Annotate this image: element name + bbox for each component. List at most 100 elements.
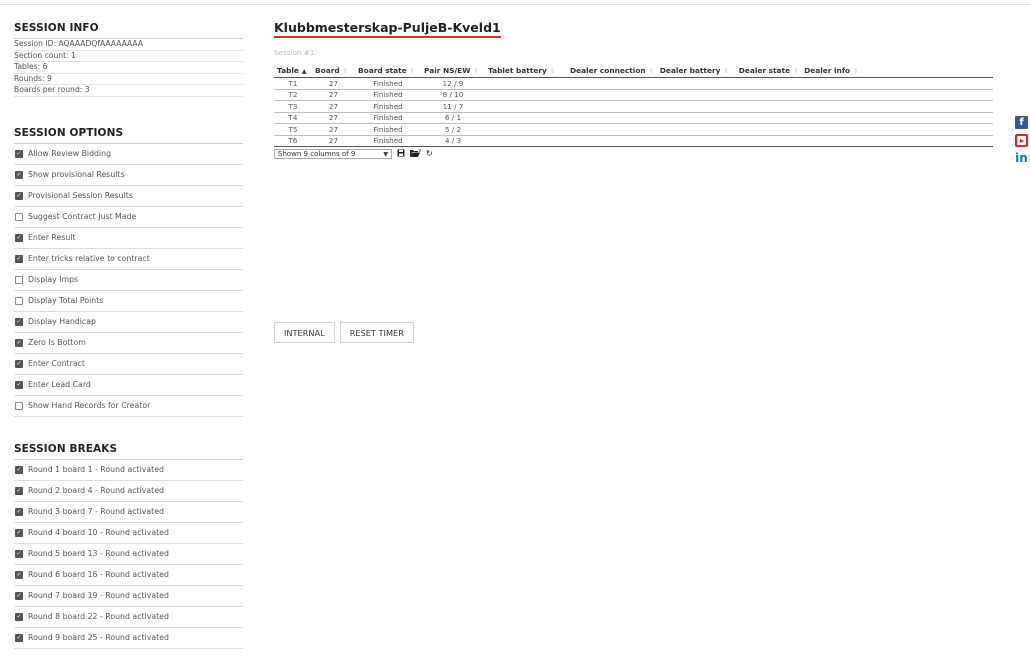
session-break-item[interactable]: Round 7 board 19 - Round activated — [14, 586, 243, 607]
table-cell: T5 — [274, 123, 312, 136]
column-header[interactable]: Board ⇕ — [312, 63, 355, 78]
checkbox-checked[interactable] — [15, 254, 23, 263]
checkbox-checked[interactable] — [15, 528, 23, 537]
session-break-item[interactable]: Round 6 board 16 - Round activated — [14, 565, 243, 586]
session-break-item[interactable]: Round 4 board 10 - Round activated — [14, 523, 243, 544]
table-cell — [485, 77, 567, 90]
internal-button[interactable]: INTERNAL — [274, 322, 335, 343]
column-header[interactable]: Dealer battery ⇕ — [656, 63, 736, 78]
table-cell — [485, 123, 567, 136]
checkbox-checked[interactable] — [15, 570, 23, 579]
checkbox-checked[interactable] — [15, 380, 23, 389]
checkbox-checked[interactable] — [15, 591, 23, 600]
session-break-item[interactable]: Round 9 board 25 - Round activated — [14, 628, 243, 649]
column-header[interactable]: Dealer connection ⇕ — [567, 63, 657, 78]
table-row[interactable]: T1 27 Finished 12 / 9 — [274, 77, 993, 90]
session-break-item[interactable]: Round 5 board 13 - Round activated — [14, 544, 243, 565]
table-cell — [485, 135, 567, 147]
table-row[interactable]: T6 27 Finished 4 / 3 — [274, 135, 993, 147]
table-cell — [735, 77, 802, 90]
column-header[interactable]: Dealer state ⇕ — [735, 63, 802, 78]
checkbox-checked[interactable] — [15, 170, 23, 179]
table-header-row: Table ▲ Board ⇕ Board state ⇕ Pair NS/EW ⇕ Table… — [274, 63, 993, 78]
table-row[interactable]: T3 27 Finished 11 / 7 — [274, 100, 993, 113]
sort-icon[interactable]: ⇕ — [410, 68, 415, 75]
svg-text:0: 0 — [419, 149, 422, 153]
session-option-item[interactable]: Enter Lead Card — [14, 375, 243, 396]
table-cell — [567, 100, 657, 113]
table-row[interactable]: T2 27 Finished 8 / 10 — [274, 89, 993, 101]
column-header[interactable]: Board state ⇕ — [355, 63, 421, 78]
session-break-item[interactable]: Round 8 board 22 - Round activated — [14, 607, 243, 628]
table-cell: T1 — [274, 77, 312, 90]
sort-icon[interactable]: ⇕ — [550, 68, 555, 75]
session-option-item[interactable]: Display Imps — [14, 270, 243, 291]
option-label: Round 7 board 19 - Round activated — [28, 591, 169, 600]
session-option-item[interactable]: Enter Result — [14, 228, 243, 249]
checkbox-checked[interactable] — [15, 549, 23, 558]
session-option-item[interactable]: Show provisional Results — [14, 165, 243, 186]
table-cell: 4 / 3 — [421, 135, 485, 147]
checkbox-unchecked[interactable] — [15, 275, 23, 284]
table-row[interactable]: T4 27 Finished 6 / 1 — [274, 112, 993, 124]
youtube-icon[interactable] — [1015, 134, 1028, 147]
sort-icon[interactable]: ⇕ — [793, 68, 798, 75]
table-cell: Finished — [355, 123, 421, 136]
session-info-section: SESSION INFO Session ID: AQAAADQfAAAAAAA… — [14, 22, 243, 97]
checkbox-checked[interactable] — [15, 317, 23, 326]
table-cell: 11 / 7 — [421, 100, 485, 113]
save-icon[interactable] — [397, 149, 405, 160]
refresh-icon[interactable]: ↻ — [426, 149, 433, 159]
column-selector-dropdown[interactable]: Shown 9 columns of 9 ▼ — [274, 149, 392, 159]
reset-timer-button[interactable]: RESET TIMER — [339, 322, 414, 343]
checkbox-checked[interactable] — [15, 633, 23, 642]
table-cell: 27 — [312, 135, 355, 147]
table-cell — [656, 135, 736, 147]
sort-icon[interactable]: ⇕ — [723, 68, 728, 75]
session-breaks-heading: SESSION BREAKS — [14, 443, 243, 460]
session-breaks-section: SESSION BREAKS Round 1 board 1 - Round a… — [14, 443, 243, 649]
table-row[interactable]: T5 27 Finished 5 / 2 — [274, 123, 993, 136]
session-option-item[interactable]: Show Hand Records for Creator — [14, 396, 243, 417]
checkbox-unchecked[interactable] — [15, 401, 23, 410]
facebook-icon[interactable]: f — [1015, 116, 1028, 129]
column-header[interactable]: Pair NS/EW ⇕ — [421, 63, 485, 78]
sort-icon[interactable]: ▲ — [302, 68, 307, 75]
sort-icon[interactable]: ⇕ — [853, 68, 858, 75]
sort-icon[interactable]: ⇕ — [473, 68, 478, 75]
checkbox-checked[interactable] — [15, 359, 23, 368]
session-break-item[interactable]: Round 2 board 4 - Round activated — [14, 481, 243, 502]
checkbox-checked[interactable] — [15, 191, 23, 200]
session-option-item[interactable]: Enter tricks relative to contract — [14, 249, 243, 270]
checkbox-unchecked[interactable] — [15, 296, 23, 305]
checkbox-checked[interactable] — [15, 486, 23, 495]
session-option-item[interactable]: Allow Review Bidding — [14, 144, 243, 165]
checkbox-checked[interactable] — [15, 338, 23, 347]
sort-icon[interactable]: ⇕ — [649, 68, 654, 75]
checkbox-checked[interactable] — [15, 507, 23, 516]
session-break-item[interactable]: Round 3 board 7 - Round activated — [14, 502, 243, 523]
session-option-item[interactable]: Suggest Contract Just Made — [14, 207, 243, 228]
session-option-item[interactable]: Enter Contract — [14, 354, 243, 375]
table-cell: T6 — [274, 135, 312, 147]
checkbox-checked[interactable] — [15, 612, 23, 621]
session-break-item[interactable]: Round 1 board 1 - Round activated — [14, 460, 243, 481]
column-header[interactable]: Table ▲ — [274, 63, 312, 78]
session-option-item[interactable]: Display Total Points — [14, 291, 243, 312]
checkbox-checked[interactable] — [15, 149, 23, 158]
column-header[interactable]: Dealer info ⇕ — [801, 63, 993, 78]
session-option-item[interactable]: Display Handicap — [14, 312, 243, 333]
folder-open-icon[interactable]: 0 — [410, 148, 422, 160]
column-header[interactable]: Tablet battery ⇕ — [485, 63, 567, 78]
column-header-label: Table — [277, 65, 299, 75]
linkedin-icon[interactable]: in — [1015, 152, 1028, 165]
checkbox-checked[interactable] — [15, 233, 23, 242]
sort-icon[interactable]: ⇕ — [343, 68, 348, 75]
column-header-label: Dealer info — [804, 65, 851, 75]
checkbox-unchecked[interactable] — [15, 212, 23, 221]
table-cell: 27 — [312, 89, 355, 101]
table-cell — [567, 89, 657, 101]
checkbox-checked[interactable] — [15, 465, 23, 474]
session-option-item[interactable]: Zero Is Bottom — [14, 333, 243, 354]
session-option-item[interactable]: Provisional Session Results — [14, 186, 243, 207]
